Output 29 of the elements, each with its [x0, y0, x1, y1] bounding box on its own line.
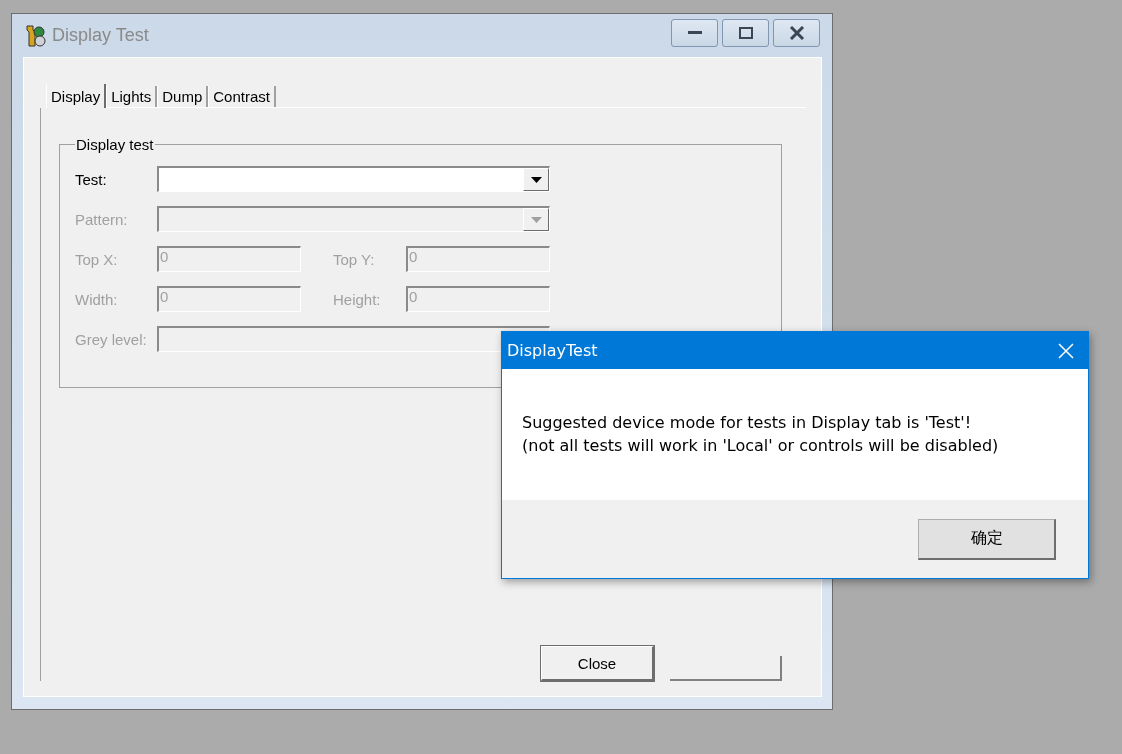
- combo-box[interactable]: [157, 166, 550, 192]
- minimize-icon: [687, 30, 702, 35]
- tab[interactable]: Display: [46, 84, 107, 108]
- field-label: Grey level:: [75, 330, 148, 348]
- dropdown-arrow-icon: [530, 216, 542, 223]
- tab[interactable]: Contrast: [208, 86, 276, 107]
- ok-button[interactable]: 确定: [918, 518, 1056, 560]
- field-label: Height:: [333, 290, 382, 308]
- field-label: Width:: [75, 290, 119, 308]
- tab[interactable]: Lights: [106, 86, 158, 107]
- group-title: Display test: [75, 136, 155, 153]
- close-button[interactable]: Close: [541, 646, 654, 681]
- window-title: Display Test: [52, 25, 150, 46]
- field-label: Top Y:: [333, 250, 376, 268]
- dropdown-arrow-icon: [530, 176, 542, 183]
- minimize-button[interactable]: [671, 18, 718, 47]
- tab[interactable]: Dump: [157, 86, 209, 107]
- field-label: Test:: [75, 170, 108, 188]
- close-icon[interactable]: [1058, 342, 1074, 359]
- message-text: Suggested device mode for tests in Display tab is 'Test'!: [522, 412, 973, 434]
- close-icon: [788, 25, 805, 40]
- app-icon: [24, 23, 48, 48]
- field-label: Pattern:: [75, 210, 129, 228]
- message-text: (not all tests will work in 'Local' or controls will be disabled): [522, 435, 1000, 457]
- close-button[interactable]: [773, 18, 820, 47]
- maximize-icon: [738, 26, 753, 39]
- dialog-title: DisplayTest: [507, 341, 599, 360]
- maximize-button[interactable]: [722, 18, 769, 47]
- field-label: Top X:: [75, 250, 119, 268]
